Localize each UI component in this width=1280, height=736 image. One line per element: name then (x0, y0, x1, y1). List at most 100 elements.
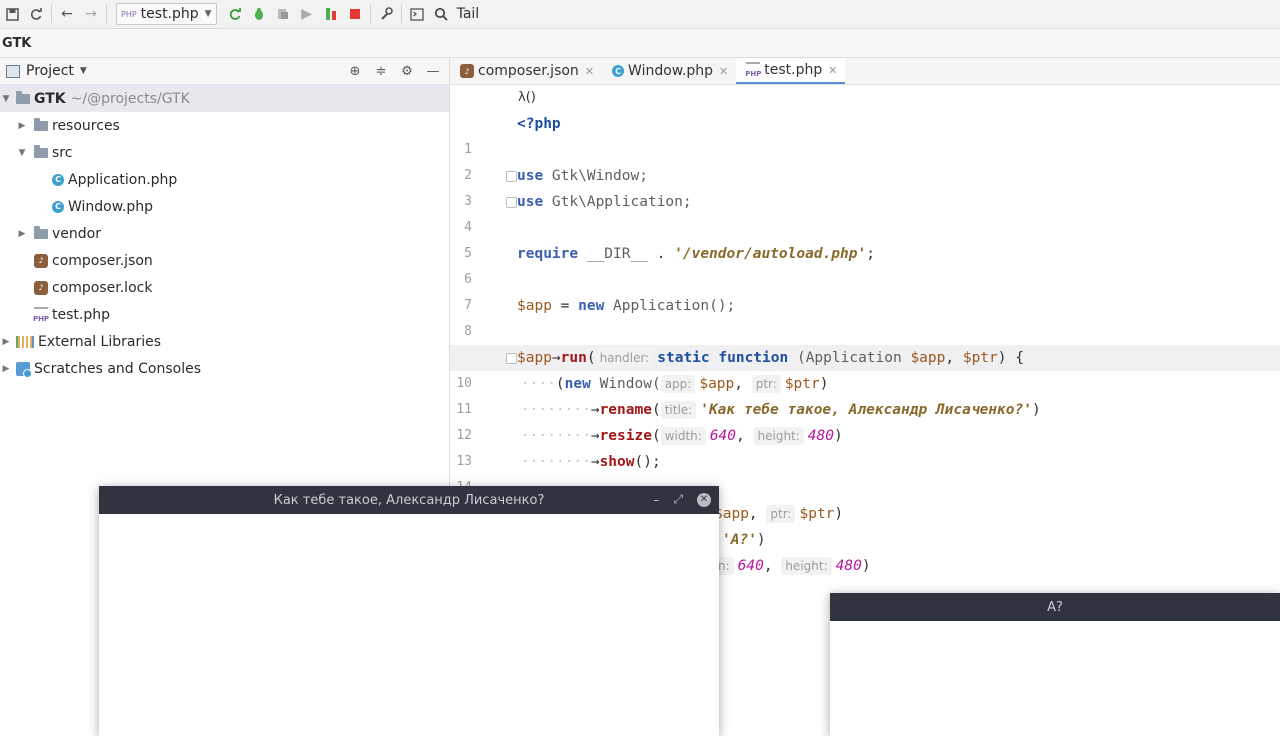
tree-item-gtk[interactable]: ▼ GTK ~/@projects/GTK (0, 85, 449, 112)
gtk-window-main[interactable]: Как тебе такое, Александр Лисаченко? – ⤢… (99, 486, 719, 736)
fold-marker-icon[interactable] (506, 171, 517, 182)
close-icon[interactable]: ✕ (697, 492, 711, 507)
debug-icon[interactable] (247, 2, 271, 26)
run-configuration-select[interactable]: PHP test.php ▼ (116, 3, 217, 25)
search-icon[interactable] (429, 2, 453, 26)
tree-item-label: Window.php (68, 198, 154, 215)
window-title: A? (1047, 599, 1063, 615)
close-icon[interactable]: ✕ (828, 64, 837, 77)
collapsed-arrow-icon: ▶ (2, 336, 10, 347)
code-token: , (736, 428, 745, 444)
code-line: 13 ········→resize(width: 640, height: 480… (450, 423, 1280, 469)
tree-item-test-php[interactable]: PHP test.php (0, 301, 483, 328)
tree-item-vendor[interactable]: ▶ vendor (0, 220, 465, 247)
code-token: 480 (807, 428, 834, 444)
code-line: 4 use Gtk\Application; (450, 189, 1280, 235)
minimize-icon[interactable]: – (653, 493, 659, 507)
toolbar-separator (51, 5, 52, 23)
code-token: use (517, 194, 544, 210)
code-token: , (763, 558, 773, 574)
code-token: 'Как тебе такое, Александр Лисаченко?' (700, 402, 1032, 418)
tab-label: composer.json (478, 63, 579, 79)
code-token: function (718, 350, 789, 366)
rerun-icon[interactable] (223, 2, 247, 26)
tree-item-label: src (52, 144, 73, 161)
project-view-selector[interactable]: Project ▼ (6, 63, 87, 79)
run-icon[interactable]: ▶ (295, 2, 319, 26)
tree-item-src[interactable]: ▼ src (0, 139, 465, 166)
php-file-icon: PHP (745, 62, 761, 78)
maximize-icon[interactable]: ⤢ (673, 492, 683, 507)
chevron-down-icon: ▼ (79, 66, 87, 76)
code-token: → (590, 428, 600, 444)
code-token: Window( (590, 376, 661, 392)
parameter-hint: width: (660, 427, 706, 445)
collapse-all-icon[interactable]: ≑ (371, 62, 391, 80)
indent-guide: ···· (521, 376, 556, 392)
code-token: Gtk\Application; (543, 194, 692, 210)
code-token: static (657, 350, 710, 366)
tree-item-resources[interactable]: ▶ resources (0, 112, 465, 139)
tree-item-window-php[interactable]: C Window.php (0, 193, 501, 220)
tab-window-php[interactable]: C Window.php ✕ (602, 58, 736, 84)
code-line: 1 <?php (450, 111, 1280, 157)
code-token: (); (634, 454, 661, 470)
code-token: . (656, 246, 675, 262)
stop-icon[interactable] (343, 2, 367, 26)
code-token: ) (819, 376, 829, 392)
code-token: $ptr (799, 506, 835, 522)
main-toolbar: ← → PHP test.php ▼ ▶ Tail (0, 0, 1280, 29)
expanded-arrow-icon: ▼ (2, 93, 10, 104)
php-file-icon: PHP (33, 306, 49, 323)
tab-test-php[interactable]: PHP test.php ✕ (736, 58, 846, 84)
locate-icon[interactable]: ⊕ (345, 62, 365, 80)
tree-item-label: GTK (34, 90, 66, 107)
back-icon[interactable]: ← (55, 2, 79, 26)
wrench-icon[interactable] (374, 2, 398, 26)
close-icon[interactable]: ✕ (585, 65, 594, 78)
tree-item-composer-json[interactable]: ♪ composer.json (0, 247, 483, 274)
forward-icon[interactable]: → (79, 2, 103, 26)
tree-item-composer-lock[interactable]: ♪ composer.lock (0, 274, 483, 301)
close-icon[interactable]: ✕ (719, 65, 728, 78)
code-line: 8 $app = new Application(); (450, 293, 1280, 339)
code-token: resize (599, 428, 652, 444)
php-class-icon: C (52, 173, 64, 186)
code-token: show (599, 454, 635, 470)
window-titlebar[interactable]: Как тебе такое, Александр Лисаченко? – ⤢… (99, 486, 719, 514)
code-token: ( (555, 376, 565, 392)
code-line: 3 use Gtk\Window; (450, 163, 1280, 209)
breadcrumb[interactable]: GTK (2, 36, 31, 51)
save-icon[interactable] (0, 2, 24, 26)
coverage-icon[interactable] (271, 2, 295, 26)
tree-item-path: ~/@projects/GTK (70, 90, 190, 107)
tab-composer-json[interactable]: ♪ composer.json ✕ (450, 58, 602, 84)
tree-item-application-php[interactable]: C Application.php (0, 166, 501, 193)
code-token: Gtk\Window; (543, 168, 648, 184)
tree-item-external-libraries[interactable]: ▶ External Libraries (0, 328, 449, 355)
parameter-hint: app: (660, 375, 696, 393)
profile-icon[interactable] (319, 2, 343, 26)
code-token: ) (756, 532, 766, 548)
scratches-icon (16, 361, 32, 378)
window-titlebar[interactable]: A? (830, 593, 1280, 621)
tree-item-scratches[interactable]: ▶ Scratches and Consoles (0, 355, 449, 382)
sync-icon[interactable] (24, 2, 48, 26)
composer-icon: ♪ (34, 253, 48, 268)
minimize-icon[interactable]: — (423, 62, 443, 80)
parameter-hint: handler: (595, 349, 654, 367)
editor-breadcrumb: λ() (450, 85, 1280, 110)
terminal-icon[interactable] (405, 2, 429, 26)
fold-marker-icon[interactable] (506, 353, 517, 364)
gear-icon[interactable]: ⚙ (397, 62, 417, 80)
tree-item-label: Scratches and Consoles (34, 360, 201, 377)
tail-button[interactable]: Tail (457, 6, 480, 22)
code-token: = (551, 298, 579, 314)
code-line: 14 ········→show(); (450, 449, 1280, 495)
fold-marker-icon[interactable] (506, 197, 517, 208)
parameter-hint: height: (781, 557, 832, 575)
breadcrumb-lambda[interactable]: λ() (518, 90, 536, 105)
composer-icon: ♪ (460, 64, 474, 78)
gtk-window-second[interactable]: A? (830, 593, 1280, 736)
code-line: 7 (450, 267, 1280, 313)
